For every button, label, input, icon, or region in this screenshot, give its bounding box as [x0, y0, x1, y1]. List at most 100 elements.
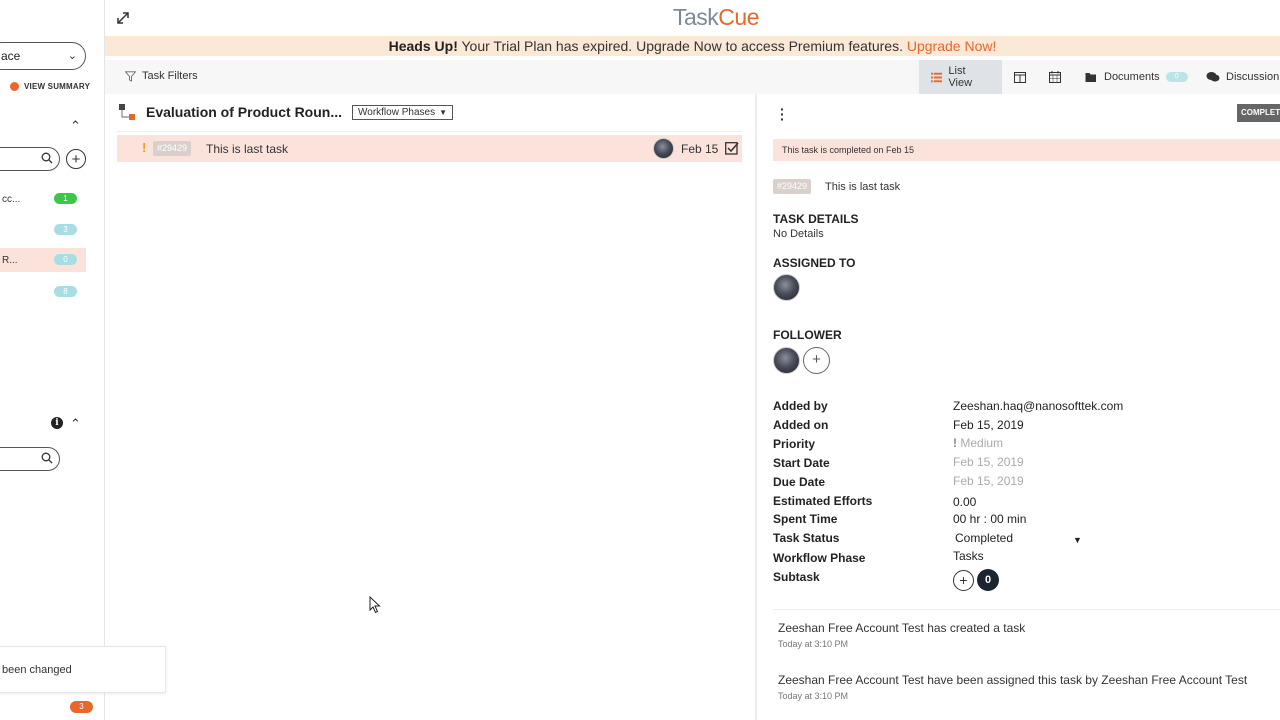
task-status-select[interactable]: Completed: [955, 531, 1013, 545]
start-date-value[interactable]: Feb 15, 2019: [953, 455, 1024, 469]
caret-down-icon[interactable]: ▼: [1073, 535, 1082, 545]
workflow-phase-value[interactable]: Tasks: [953, 549, 984, 563]
task-detail-panel: ··· COMPLETE This task is completed on F…: [757, 94, 1280, 720]
task-status-label: Task Status: [773, 531, 840, 545]
workspace-label: ace: [1, 49, 21, 63]
project-search-input[interactable]: [0, 147, 60, 171]
subtask-label: Subtask: [773, 570, 820, 584]
spent-time-value[interactable]: 00 hr : 00 min: [953, 512, 1026, 526]
caret-down-icon: ▼: [439, 107, 447, 117]
add-project-button[interactable]: +: [66, 149, 86, 169]
workspace-select[interactable]: ace ⌄: [0, 42, 86, 70]
tab-documents[interactable]: Documents 0: [1085, 60, 1188, 94]
task-filters-button[interactable]: Task Filters: [125, 70, 198, 82]
left-sidebar: ace ⌄ VIEW SUMMARY ⌃ + cc... 1 3 R... 0 …: [0, 0, 105, 720]
project-name: cc...: [2, 193, 21, 205]
added-by-value: Zeeshan.haq@nanosofttek.com: [953, 399, 1124, 413]
avatar[interactable]: [773, 347, 800, 374]
search-icon: [41, 452, 53, 464]
assigned-to-heading: ASSIGNED TO: [773, 256, 856, 270]
divider: [117, 131, 742, 132]
tab-calendar-view[interactable]: [1049, 60, 1061, 94]
priority-label: Priority: [773, 437, 816, 451]
view-summary-label: VIEW SUMMARY: [24, 82, 91, 91]
banner-message: Your Trial Plan has expired. Upgrade Now…: [457, 38, 907, 54]
workflow-phase-label: Workflow Phase: [773, 551, 866, 565]
subtask-count-badge[interactable]: 0: [977, 569, 999, 591]
folder-icon: [1085, 72, 1096, 82]
more-options-icon[interactable]: · · ·: [780, 102, 785, 126]
sidebar-project-item[interactable]: cc... 1: [0, 187, 86, 211]
task-id-chip: #29429: [153, 141, 192, 156]
task-name: This is last task: [206, 142, 289, 156]
tab-list-view[interactable]: List View: [919, 60, 1002, 94]
task-details-value[interactable]: No Details: [773, 228, 824, 240]
added-by-label: Added by: [773, 399, 828, 413]
trial-banner: Heads Up! Your Trial Plan has expired. U…: [105, 36, 1280, 56]
member-search-input[interactable]: [0, 447, 60, 471]
chevron-up-icon[interactable]: ⌃: [70, 416, 81, 432]
tab-board-view[interactable]: [1014, 60, 1026, 94]
app-logo[interactable]: TaskCue: [673, 4, 759, 31]
sidebar-project-item[interactable]: 3: [0, 218, 86, 242]
chat-icon: [1206, 72, 1220, 82]
workflow-phases-select[interactable]: Workflow Phases ▼: [352, 104, 453, 120]
notification-badge[interactable]: 3: [70, 701, 93, 713]
info-icon[interactable]: i: [51, 417, 63, 429]
avatar: [653, 138, 674, 159]
activity-time: Today at 3:10 PM: [778, 639, 849, 649]
task-list-panel: Evaluation of Product Roun... Workflow P…: [105, 94, 755, 720]
completed-check-icon[interactable]: [725, 141, 739, 155]
chevron-down-icon: ⌄: [67, 50, 77, 62]
task-title[interactable]: This is last task: [825, 181, 900, 193]
avatar[interactable]: [773, 274, 800, 301]
task-due-date: Feb 15: [681, 142, 719, 156]
view-summary-link[interactable]: VIEW SUMMARY: [10, 82, 90, 91]
task-details-heading: TASK DETAILS: [773, 212, 859, 226]
added-on-value: Feb 15, 2019: [953, 418, 1024, 432]
task-filters-label: Task Filters: [142, 70, 198, 82]
project-count-badge: 3: [54, 224, 77, 235]
toast-notification: been changed: [0, 646, 166, 693]
hierarchy-icon: [119, 104, 135, 120]
activity-text: Zeeshan Free Account Test has created a …: [778, 621, 1026, 635]
phase-title: Evaluation of Product Roun...: [146, 104, 342, 120]
task-id-chip: #29429: [773, 179, 812, 194]
estimated-efforts-value[interactable]: 0.00: [953, 495, 976, 509]
documents-count-badge: 0: [1165, 72, 1188, 82]
workflow-phases-label: Workflow Phases: [358, 106, 436, 118]
view-toolbar: Task Filters List View Documents 0 Discu…: [105, 60, 1280, 94]
logo-prefix: Task: [673, 4, 719, 30]
mouse-cursor-icon: [369, 596, 381, 614]
sidebar-project-item-active[interactable]: R... 0: [0, 248, 86, 272]
search-icon: [41, 152, 53, 164]
due-date-value[interactable]: Feb 15, 2019: [953, 474, 1024, 488]
add-subtask-button[interactable]: +: [953, 570, 974, 591]
estimated-efforts-label: Estimated Efforts: [773, 494, 873, 508]
added-on-label: Added on: [773, 418, 829, 432]
documents-label: Documents: [1104, 71, 1160, 83]
list-icon: [931, 72, 943, 82]
tab-discussion[interactable]: Discussion: [1206, 60, 1279, 94]
add-follower-button[interactable]: +: [803, 347, 830, 374]
board-icon: [1014, 71, 1026, 83]
sidebar-project-item[interactable]: 8: [0, 280, 86, 304]
project-count-badge: 1: [54, 193, 77, 204]
top-header: TaskCue: [105, 0, 1280, 36]
upgrade-link[interactable]: Upgrade Now!: [907, 38, 997, 54]
list-view-label: List View: [948, 65, 973, 89]
pie-chart-icon: [10, 82, 19, 91]
task-row[interactable]: ! #29429 This is last task Feb 15: [117, 135, 742, 162]
chevron-up-icon[interactable]: ⌃: [70, 118, 81, 134]
toast-message: been changed: [2, 664, 72, 676]
spent-time-label: Spent Time: [773, 512, 838, 526]
due-date-label: Due Date: [773, 475, 826, 489]
status-tag: COMPLETE: [1237, 104, 1280, 122]
expand-icon[interactable]: [116, 11, 130, 25]
follower-heading: FOLLOWER: [773, 328, 842, 342]
activity-time: Today at 3:10 PM: [778, 691, 849, 701]
phase-header: Evaluation of Product Roun... Workflow P…: [119, 104, 453, 120]
start-date-label: Start Date: [773, 456, 830, 470]
priority-value[interactable]: ! Medium: [953, 436, 1003, 450]
activity-text: Zeeshan Free Account Test have been assi…: [778, 673, 1248, 687]
